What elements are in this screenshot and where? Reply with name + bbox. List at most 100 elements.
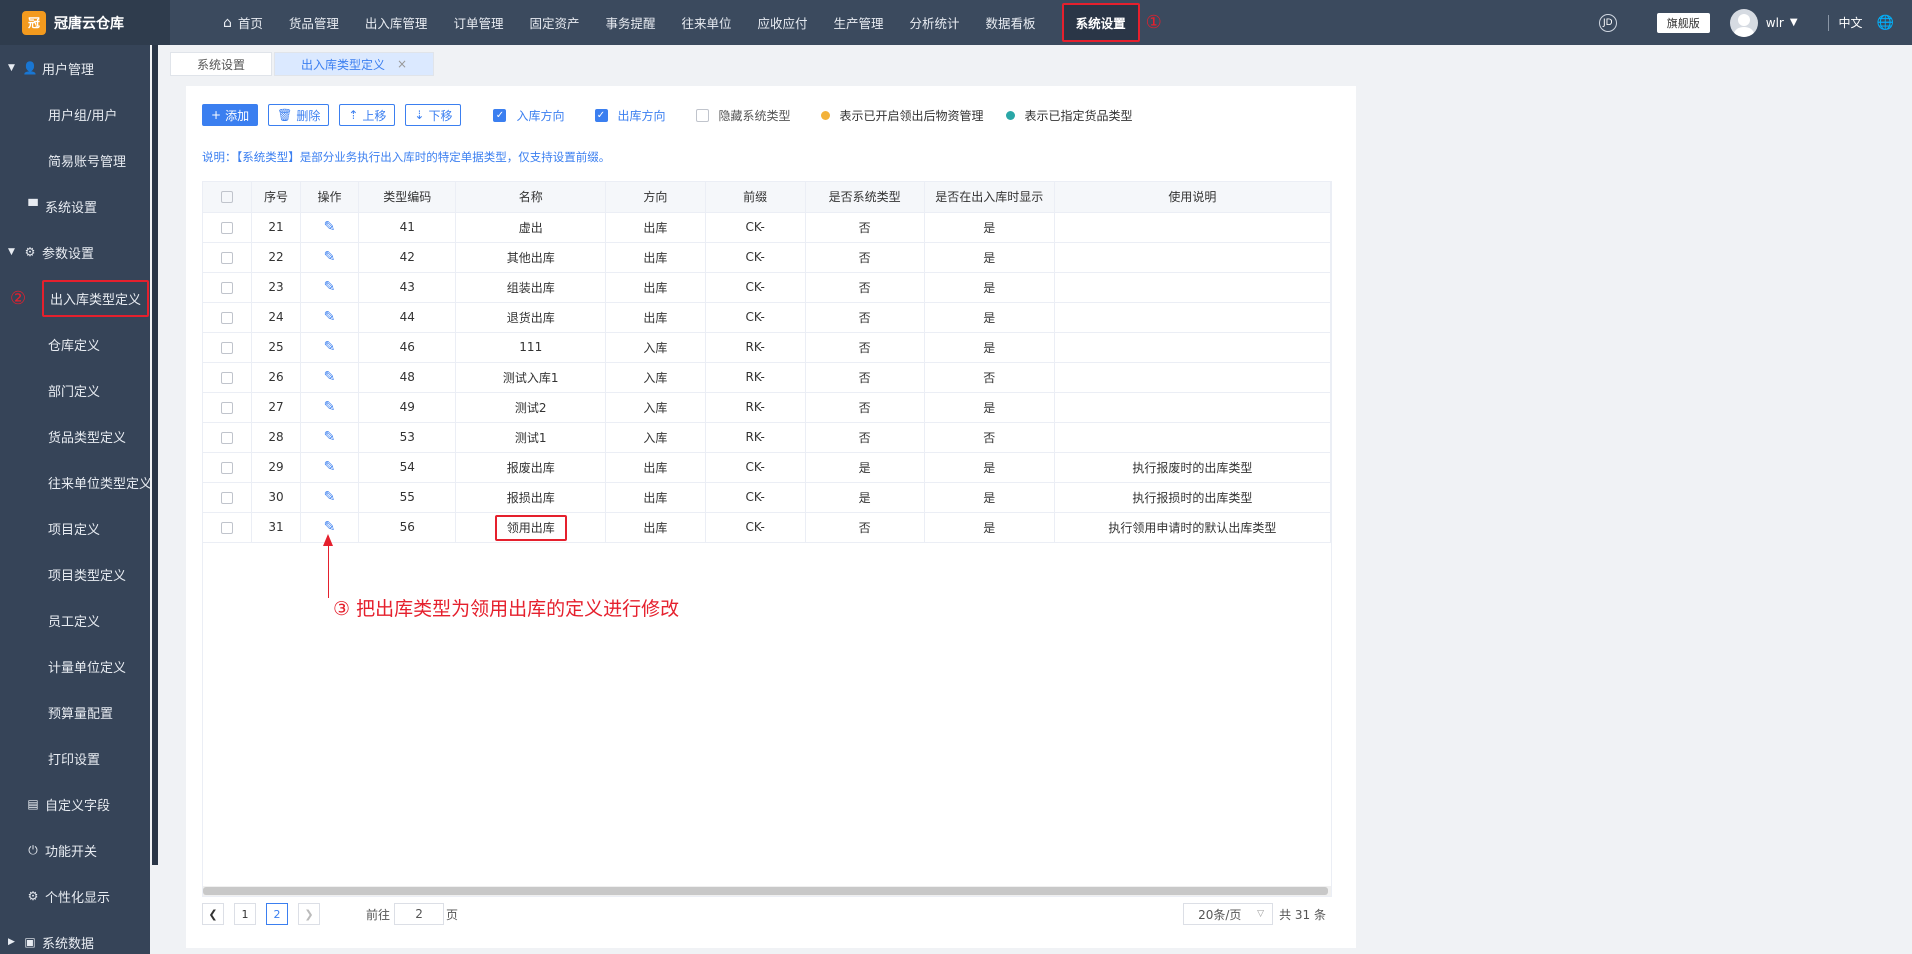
nav-item-9[interactable]: 分析统计 <box>897 0 973 45</box>
sidebar-item-sub-7[interactable]: 计量单位定义 <box>0 643 160 689</box>
sidebar-item-sub-3[interactable]: 往来单位类型定义 <box>0 459 160 505</box>
edit-button[interactable]: ✎ <box>300 422 360 453</box>
sidebar-scrollbar[interactable] <box>150 45 160 954</box>
sidebar-item-sub-8[interactable]: 预算量配置 <box>0 689 160 735</box>
table-row[interactable]: 23 ✎ 43 组装出库 出库 CK- 否是 <box>203 272 1332 303</box>
sidebar-item-sub-9[interactable]: 打印设置 <box>0 735 160 781</box>
edit-button[interactable]: ✎ <box>300 362 360 393</box>
nav-item-1[interactable]: 货品管理 <box>276 0 352 45</box>
table-cell: 否 <box>805 362 925 393</box>
hide-system-type-checkbox[interactable]: 隐藏系统类型 <box>695 107 791 124</box>
row-checkbox[interactable] <box>203 272 253 303</box>
table-cell: 42 <box>358 242 457 273</box>
avatar[interactable] <box>1729 8 1758 37</box>
horizontal-scrollbar[interactable] <box>203 886 1331 896</box>
nav-item-4[interactable]: 固定资产 <box>516 0 592 45</box>
table-row[interactable]: 30 ✎ 55 报损出库 出库 CK- 是是执行报损时的出库类型 <box>203 482 1332 513</box>
nav-item-5[interactable]: 事务提醒 <box>592 0 668 45</box>
table-row[interactable]: 22 ✎ 42 其他出库 出库 CK- 否是 <box>203 242 1332 273</box>
row-checkbox[interactable] <box>203 392 253 423</box>
row-checkbox[interactable] <box>203 482 253 513</box>
delete-button[interactable]: 🗑 删除 <box>268 104 330 126</box>
table-row[interactable]: 28 ✎ 53 测试1 入库 RK- 否否 <box>203 422 1332 453</box>
scrollbar-thumb[interactable] <box>152 45 158 865</box>
row-checkbox[interactable] <box>203 332 253 363</box>
row-checkbox[interactable] <box>203 452 253 483</box>
nav-item-2[interactable]: 出入库管理 <box>352 0 441 45</box>
sidebar-item-feature-switch[interactable]: ⏻ 功能开关 <box>0 827 160 873</box>
sidebar-item-sub-5[interactable]: 项目类型定义 <box>0 551 160 597</box>
edit-button[interactable]: ✎ <box>300 452 360 483</box>
edit-button[interactable]: ✎ <box>300 302 360 333</box>
table-row[interactable]: 26 ✎ 48 测试入库1 入库 RK- 否否 <box>203 362 1332 393</box>
row-checkbox[interactable] <box>203 362 253 393</box>
select-all-checkbox[interactable] <box>203 182 253 213</box>
move-down-button[interactable]: ⇣ 下移 <box>405 104 462 126</box>
sidebar-item-custom-fields[interactable]: ▤ 自定义字段 <box>0 781 160 827</box>
row-checkbox[interactable] <box>203 212 253 243</box>
total-count: 共 31 条 <box>1279 907 1326 922</box>
page-size-select[interactable]: 20条/页 ▽ <box>1183 903 1274 925</box>
sidebar-item-sub-1[interactable]: 部门定义 <box>0 367 160 413</box>
tab-io-type-definition[interactable]: 出入库类型定义 × <box>274 52 435 76</box>
globe-icon[interactable]: 🌐 <box>1877 15 1894 31</box>
row-checkbox[interactable] <box>203 422 253 453</box>
close-icon[interactable]: × <box>397 57 407 71</box>
nav-item-3[interactable]: 订单管理 <box>440 0 516 45</box>
sidebar-item-param-settings[interactable]: ▼ ⚙ 参数设置 <box>0 229 160 275</box>
table-row[interactable]: 25 ✎ 46 111 入库 RK- 否是 <box>203 332 1332 363</box>
tab-system-settings[interactable]: 系统设置 <box>170 52 273 76</box>
edit-button[interactable]: ✎ <box>300 392 360 423</box>
sidebar-item-sub-4[interactable]: 项目定义 <box>0 505 160 551</box>
sidebar-item-system-data[interactable]: ▶ ▣ 系统数据 <box>0 919 160 954</box>
edit-button[interactable]: ✎ <box>300 242 360 273</box>
edit-button[interactable]: ✎ <box>300 482 360 513</box>
sidebar-item-sub-6[interactable]: 员工定义 <box>0 597 160 643</box>
page-button-1[interactable]: 1 <box>234 903 256 925</box>
nav-item-7[interactable]: 应收应付 <box>745 0 821 45</box>
sidebar-item-simple-account[interactable]: 简易账号管理 <box>0 137 160 183</box>
table-row[interactable]: 31 ✎ 56 领用出库 出库 CK- 否是执行领用申请时的默认出库类型 <box>203 512 1332 543</box>
sidebar-item-system-settings[interactable]: ▀ 系统设置 <box>0 183 160 229</box>
sidebar-item-personalize[interactable]: ⚙ 个性化显示 <box>0 873 160 919</box>
sidebar-item-io-type-definition[interactable]: ② 出入库类型定义 <box>0 275 160 321</box>
message-icon[interactable]: JD <box>1598 13 1617 32</box>
nav-item-system-settings[interactable]: 系统设置 ① <box>1049 0 1175 45</box>
row-checkbox[interactable] <box>203 512 253 543</box>
row-checkbox[interactable] <box>203 242 253 273</box>
nav-item-0[interactable]: ⌂ 首页 <box>210 0 276 45</box>
table-row[interactable]: 24 ✎ 44 退货出库 出库 CK- 否是 <box>203 302 1332 333</box>
out-direction-checkbox[interactable]: ✓ 出库方向 <box>594 107 666 124</box>
add-button[interactable]: + 添加 <box>202 104 259 126</box>
table-row[interactable]: 21 ✎ 41 虚出 出库 CK- 否是 <box>203 212 1332 243</box>
column-header: 序号 <box>251 182 301 213</box>
sidebar-item-user-group[interactable]: 用户组/用户 <box>0 91 160 137</box>
prev-page-button[interactable]: ❮ <box>202 903 224 925</box>
next-page-button[interactable]: ❯ <box>298 903 320 925</box>
scrollbar-thumb[interactable] <box>203 887 1328 895</box>
username[interactable]: wlr <box>1766 16 1784 30</box>
chevron-down-icon: ▼ <box>8 63 15 73</box>
edit-button[interactable]: ✎ <box>300 332 360 363</box>
edit-button[interactable]: ✎ <box>300 272 360 303</box>
goto-page-input[interactable]: 2 <box>394 903 445 925</box>
move-up-button[interactable]: ⇡ 上移 <box>339 104 396 126</box>
sidebar-item-user-management[interactable]: ▼ 👤 用户管理 <box>0 45 160 91</box>
in-direction-checkbox[interactable]: ✓ 入库方向 <box>493 107 565 124</box>
edit-button[interactable]: ✎ <box>300 212 360 243</box>
chevron-down-icon[interactable]: ▼ <box>1790 17 1798 28</box>
table-row[interactable]: 29 ✎ 54 报废出库 出库 CK- 是是执行报废时的出库类型 <box>203 452 1332 483</box>
language-switch[interactable]: 中文 <box>1839 14 1863 31</box>
sidebar-item-sub-0[interactable]: 仓库定义 <box>0 321 160 367</box>
nav-item-10[interactable]: 数据看板 <box>973 0 1049 45</box>
table-cell: RK- <box>705 362 806 393</box>
sidebar-item-label: 系统数据 <box>42 936 95 952</box>
sidebar-item-sub-2[interactable]: 货品类型定义 <box>0 413 160 459</box>
row-checkbox[interactable] <box>203 302 253 333</box>
table-row[interactable]: 27 ✎ 49 测试2 入库 RK- 否是 <box>203 392 1332 423</box>
page-button-2[interactable]: 2 <box>266 903 288 925</box>
table-cell: 否 <box>805 332 925 363</box>
nav-item-6[interactable]: 往来单位 <box>668 0 744 45</box>
app-logo[interactable]: 冠 冠唐云仓库 <box>0 0 170 45</box>
nav-item-8[interactable]: 生产管理 <box>821 0 897 45</box>
